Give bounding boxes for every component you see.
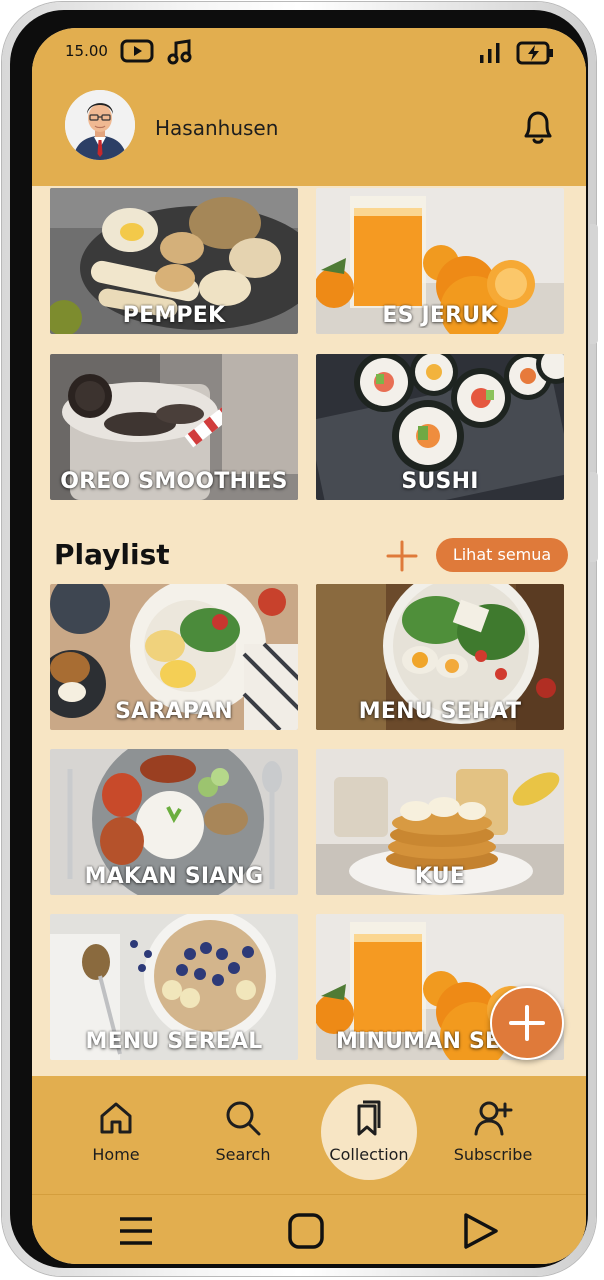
collection-card-pempek[interactable]: PEMPEK [50, 188, 298, 334]
phone-frame: 15.00 Hasanhusen PEMPEK ES JERUK OREO SM… [2, 2, 598, 1276]
card-label: PEMPEK [122, 303, 226, 328]
playlist-card-menu-sereal[interactable]: MENU SEREAL [50, 914, 298, 1060]
app-header: Hasanhusen [32, 76, 586, 186]
collection-card-oreo-smoothies[interactable]: OREO SMOOTHIES [50, 354, 298, 500]
playlist-card-sarapan[interactable]: SARAPAN [50, 584, 298, 730]
collection-content[interactable]: PEMPEK ES JERUK OREO SMOOTHIES SUSHI Pla… [32, 186, 586, 1074]
youtube-icon [120, 38, 156, 68]
playlist-card-kue[interactable]: KUE [316, 749, 564, 895]
signal-icon [478, 40, 504, 70]
nav-search[interactable]: Search [188, 1076, 298, 1194]
nav-label: Home [92, 1145, 140, 1164]
add-fab-button[interactable] [490, 986, 564, 1060]
plus-icon[interactable] [384, 538, 420, 574]
nav-label: Collection [329, 1145, 409, 1164]
card-label: MAKAN SIANG [84, 864, 264, 889]
bell-icon[interactable] [520, 108, 556, 150]
side-button [590, 472, 598, 562]
collection-card-es-jeruk[interactable]: ES JERUK [316, 188, 564, 334]
home-icon [96, 1098, 136, 1142]
bookmark-icon [349, 1098, 389, 1142]
status-time: 15.00 [65, 42, 108, 60]
playlist-title: Playlist [54, 538, 170, 571]
card-label: OREO SMOOTHIES [60, 469, 288, 494]
music-note-icon [166, 38, 194, 70]
card-label: MENU SEHAT [358, 699, 522, 724]
screen: 15.00 Hasanhusen PEMPEK ES JERUK OREO SM… [32, 28, 586, 1264]
nav-collection[interactable]: Collection [314, 1076, 424, 1194]
collection-card-sushi[interactable]: SUSHI [316, 354, 564, 500]
back-triangle-icon[interactable] [460, 1211, 500, 1255]
card-label: ES JERUK [382, 303, 498, 328]
plus-icon [509, 1005, 545, 1041]
nav-home[interactable]: Home [61, 1076, 171, 1194]
battery-charging-icon [516, 40, 556, 70]
bottom-nav: Home Search Collection Subscribe [32, 1076, 586, 1194]
see-all-button[interactable]: Lihat semua [436, 538, 568, 572]
nav-label: Subscribe [453, 1145, 533, 1164]
username: Hasanhusen [155, 116, 279, 140]
status-bar: 15.00 [32, 28, 586, 76]
search-icon [223, 1098, 263, 1142]
playlist-card-menu-sehat[interactable]: MENU SEHAT [316, 584, 564, 730]
system-nav-bar [32, 1194, 586, 1264]
card-label: KUE [414, 864, 466, 889]
home-square-icon[interactable] [286, 1211, 326, 1255]
card-label: MENU SEREAL [85, 1029, 263, 1054]
card-label: SARAPAN [115, 699, 233, 724]
playlist-card-makan-siang[interactable]: MAKAN SIANG [50, 749, 298, 895]
user-plus-icon [473, 1098, 513, 1142]
menu-icon[interactable] [116, 1211, 156, 1255]
card-label: SUSHI [401, 469, 479, 494]
avatar[interactable] [65, 90, 135, 160]
side-button [590, 224, 598, 344]
phone-bezel: 15.00 Hasanhusen PEMPEK ES JERUK OREO SM… [10, 10, 588, 1268]
nav-label: Search [215, 1145, 271, 1164]
nav-subscribe[interactable]: Subscribe [438, 1076, 548, 1194]
